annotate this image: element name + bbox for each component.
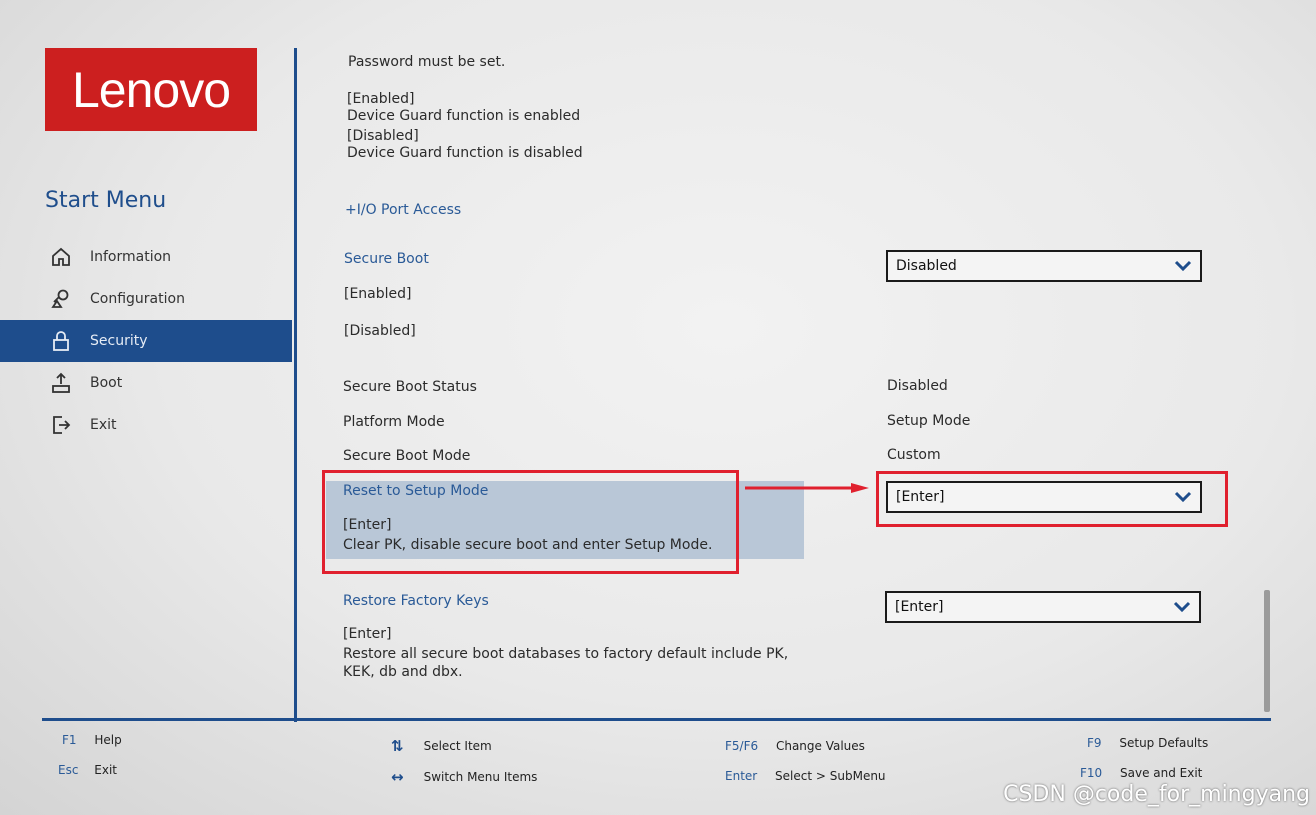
platform-mode-value: Setup Mode bbox=[887, 413, 971, 429]
footer-f10: F10 Save and Exit bbox=[1080, 766, 1202, 780]
secure-boot-mode-value: Custom bbox=[887, 447, 941, 463]
secure-boot-option-disabled: [Disabled] bbox=[344, 323, 416, 339]
sidebar-nav: Information Configuration Security Boot … bbox=[0, 236, 292, 446]
esc-label: Exit bbox=[94, 763, 117, 777]
sidebar-item-label: Information bbox=[90, 249, 172, 265]
help-text: [Enabled] bbox=[347, 91, 415, 107]
platform-mode-label: Platform Mode bbox=[343, 414, 445, 430]
f10-label: Save and Exit bbox=[1120, 766, 1203, 780]
f5f6-key: F5/F6 bbox=[725, 739, 759, 753]
sidebar-divider bbox=[294, 48, 297, 722]
help-text: Device Guard function is disabled bbox=[347, 145, 583, 161]
restore-factory-keys-label[interactable]: Restore Factory Keys bbox=[343, 593, 489, 609]
enter-key: Enter bbox=[725, 769, 758, 783]
lenovo-logo: Lenovo bbox=[45, 48, 257, 131]
sidebar-item-configuration[interactable]: Configuration bbox=[0, 278, 292, 320]
secure-boot-label[interactable]: Secure Boot bbox=[344, 251, 429, 267]
dropdown-value: Disabled bbox=[896, 258, 957, 274]
help-text: Device Guard function is enabled bbox=[347, 108, 581, 124]
annotation-arrow-icon bbox=[745, 483, 869, 493]
sidebar-item-label: Exit bbox=[90, 417, 117, 433]
f1-label: Help bbox=[94, 733, 122, 747]
restore-factory-keys-help: Restore all secure boot databases to fac… bbox=[343, 646, 789, 662]
start-menu-title: Start Menu bbox=[45, 188, 167, 213]
config-icon bbox=[50, 288, 72, 310]
secure-boot-status-label: Secure Boot Status bbox=[343, 379, 477, 395]
help-text: [Disabled] bbox=[347, 128, 419, 144]
secure-boot-dropdown[interactable]: Disabled bbox=[886, 250, 1202, 282]
footer-divider bbox=[42, 718, 1271, 721]
sidebar-item-label: Security bbox=[90, 333, 148, 349]
footer-f9: F9 Setup Defaults bbox=[1087, 736, 1208, 750]
home-icon bbox=[50, 246, 72, 268]
left-right-arrows-icon: ↔ bbox=[391, 768, 404, 786]
chevron-down-icon bbox=[1174, 260, 1192, 272]
sidebar-item-label: Configuration bbox=[90, 291, 185, 307]
enter-label: Select > SubMenu bbox=[775, 769, 886, 783]
esc-key: Esc bbox=[58, 763, 79, 777]
restore-factory-keys-help: [Enter] bbox=[343, 626, 392, 642]
select-item-label: Select Item bbox=[423, 739, 492, 753]
restore-factory-keys-dropdown[interactable]: [Enter] bbox=[885, 591, 1201, 623]
footer-switch-menu: ↔ Switch Menu Items bbox=[391, 768, 537, 786]
restore-factory-keys-help: KEK, db and dbx. bbox=[343, 664, 463, 680]
sidebar-item-boot[interactable]: Boot bbox=[0, 362, 292, 404]
sidebar-item-exit[interactable]: Exit bbox=[0, 404, 292, 446]
up-down-arrows-icon: ⇅ bbox=[391, 737, 404, 755]
chevron-down-icon bbox=[1173, 601, 1191, 613]
f9-label: Setup Defaults bbox=[1119, 736, 1209, 750]
footer-f5f6: F5/F6 Change Values bbox=[725, 739, 865, 753]
secure-boot-status-value: Disabled bbox=[887, 378, 948, 394]
lock-icon bbox=[50, 330, 72, 352]
f5f6-label: Change Values bbox=[775, 739, 865, 753]
scrollbar[interactable] bbox=[1264, 590, 1270, 712]
f9-key: F9 bbox=[1087, 736, 1102, 750]
switch-menu-label: Switch Menu Items bbox=[423, 770, 538, 784]
footer-f1: F1 Help bbox=[62, 733, 122, 747]
watermark: CSDN @code_for_mingyang bbox=[1003, 782, 1310, 807]
annotation-box-reset-item bbox=[322, 470, 739, 574]
sidebar-item-label: Boot bbox=[90, 375, 123, 391]
f10-key: F10 bbox=[1080, 766, 1103, 780]
footer-enter: Enter Select > SubMenu bbox=[725, 769, 886, 783]
boot-icon bbox=[50, 372, 72, 394]
f1-key: F1 bbox=[62, 733, 77, 747]
sidebar-item-information[interactable]: Information bbox=[0, 236, 292, 278]
annotation-box-reset-dropdown bbox=[876, 471, 1228, 527]
io-port-access-link[interactable]: +I/O Port Access bbox=[345, 202, 461, 218]
sidebar-item-security[interactable]: Security bbox=[0, 320, 292, 362]
secure-boot-mode-label: Secure Boot Mode bbox=[343, 448, 471, 464]
footer-esc: Esc Exit bbox=[58, 763, 117, 777]
exit-icon bbox=[50, 414, 72, 436]
help-text: Password must be set. bbox=[348, 54, 506, 70]
footer-select-item: ⇅ Select Item bbox=[391, 737, 492, 755]
dropdown-value: [Enter] bbox=[895, 599, 944, 615]
secure-boot-option-enabled: [Enabled] bbox=[344, 286, 412, 302]
